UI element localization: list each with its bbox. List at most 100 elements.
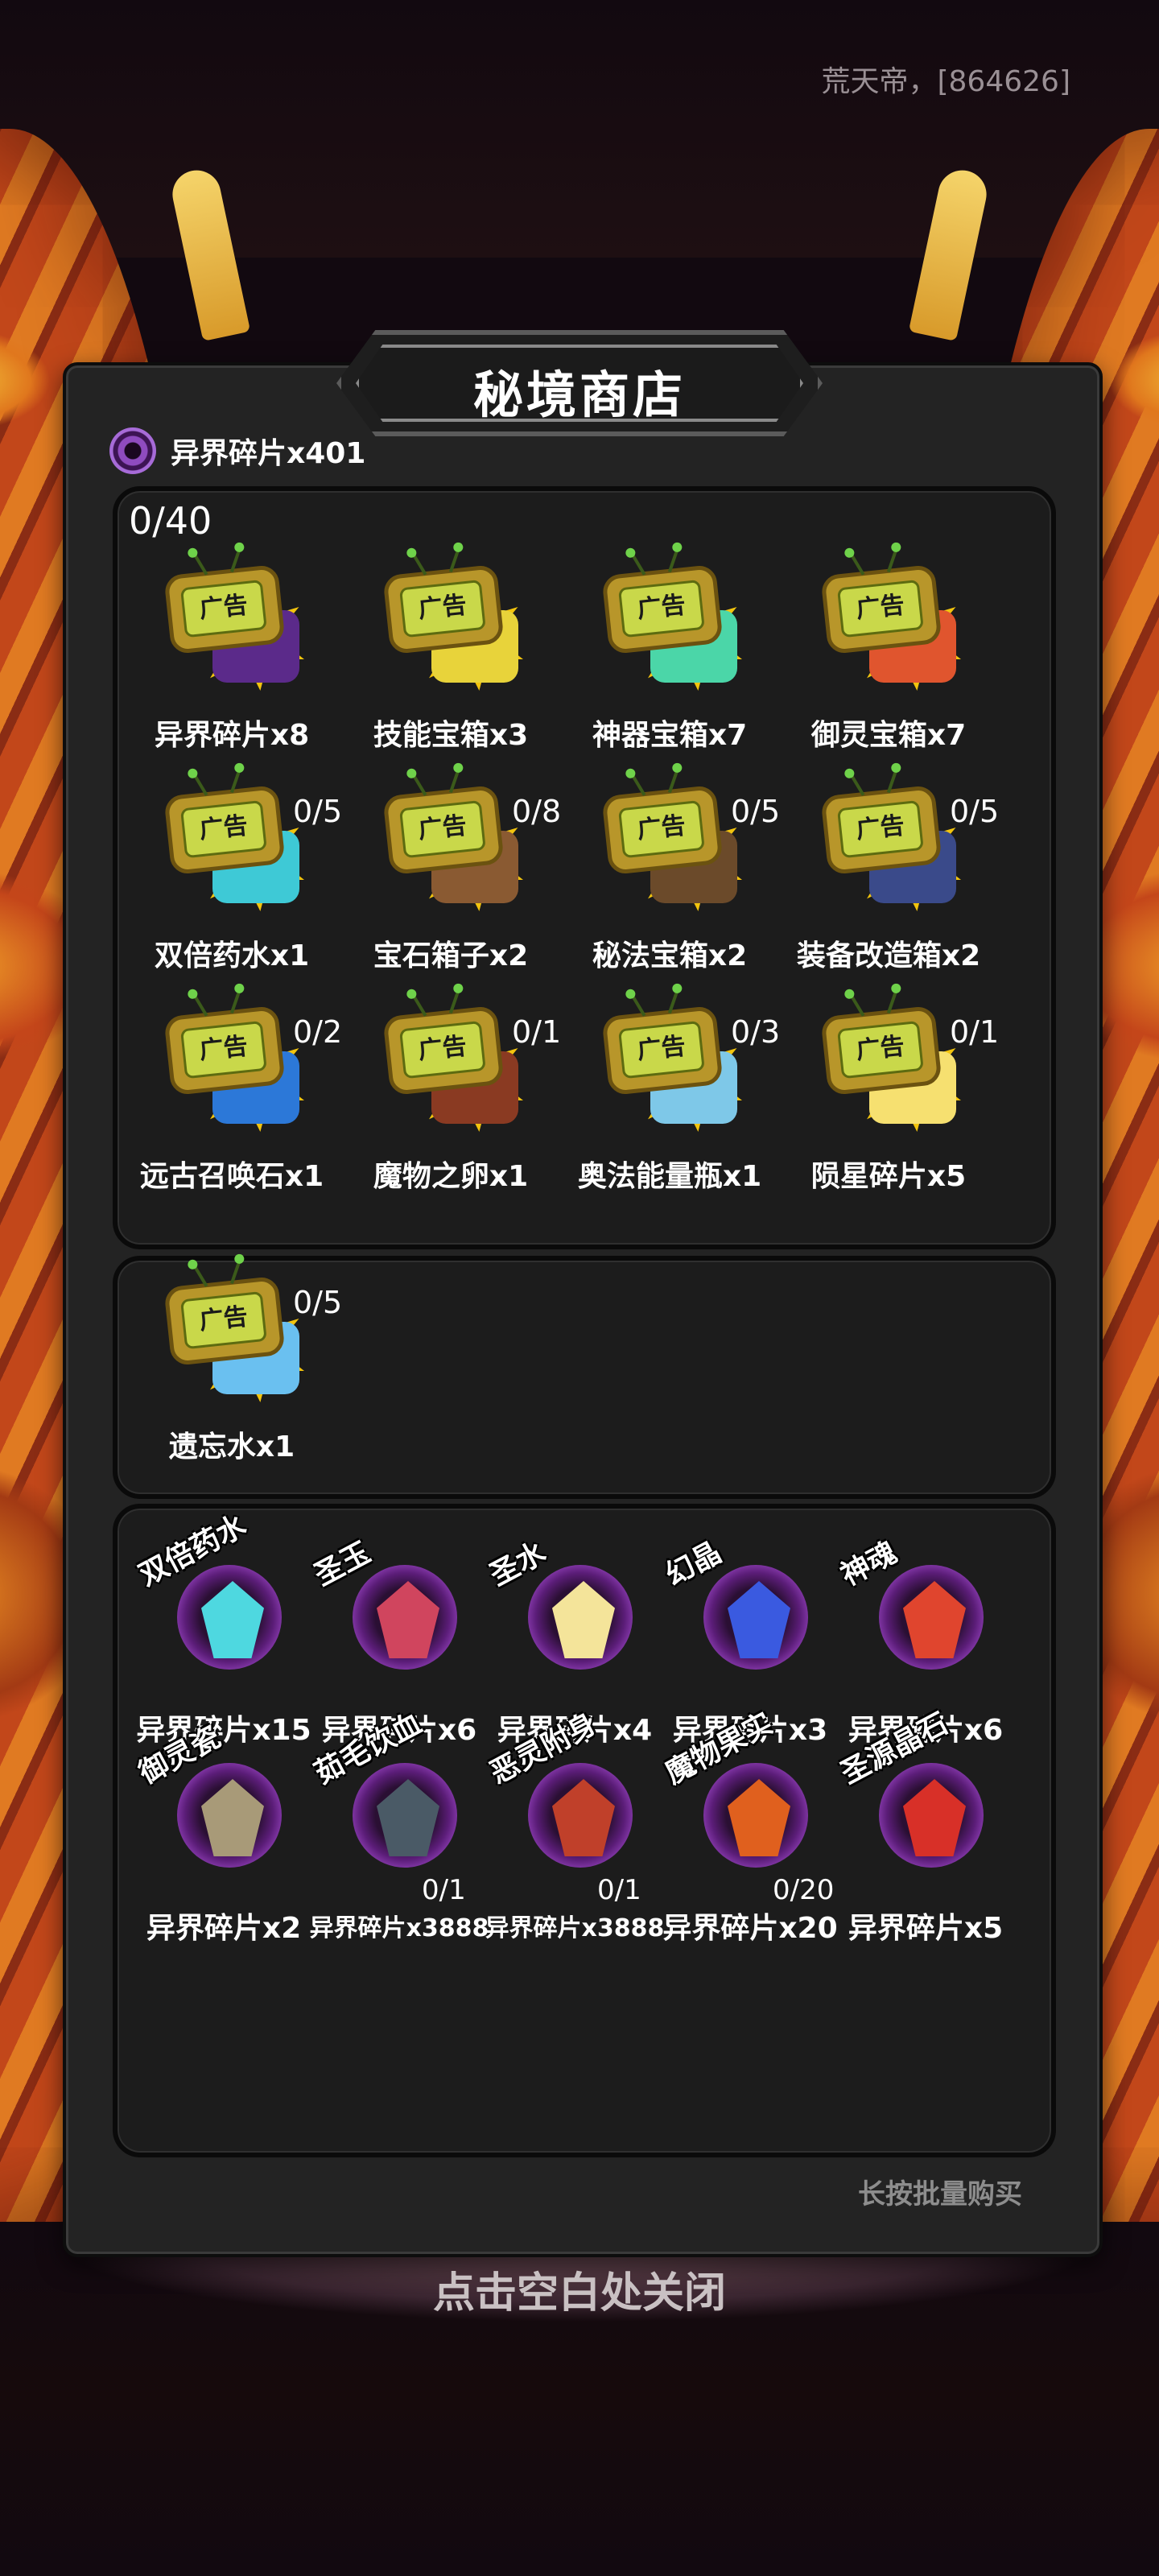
ad-reward-item[interactable]: 广告 御灵宝箱x7 [784,548,993,755]
ad-reward-item[interactable]: 广告 技能宝箱x3 [346,548,555,755]
shop-title: 秘境商店 [472,365,686,424]
background-sky [0,0,1159,258]
ad-reward-art: 广告 [601,989,750,1148]
tv-antenna [192,1264,208,1287]
ad-reward-item[interactable]: 广告 0/1 陨星碎片x5 [784,989,999,1196]
ad-reward-art: 广告 [163,989,312,1148]
ad-tv-icon: 广告 [163,1260,286,1367]
shop-item[interactable]: 魔物果实 0/20 异界碎片x20 [660,1707,839,1945]
ad-reward-item[interactable]: 广告 0/5 双倍药水x1 [127,769,342,976]
ad-reward-art: 广告 [382,769,531,927]
ad-reward-art: 广告 [163,548,312,707]
ad-rewards-section: 0/40 广告 异界碎片x8 广告 技能宝箱x3 广告 神器宝箱x7 广告 御灵宝箱x7 广告 0… [113,486,1056,1249]
tv-antenna [192,993,208,1017]
ad-reward-art: 广告 [601,548,750,707]
tv-antenna [630,552,646,576]
ad-reward-art: 广告 [820,989,969,1148]
tv-antenna [229,548,241,573]
ad-badge: 广告 [836,799,924,859]
item-purchase-limit: 0/1 [597,1874,641,1906]
tv-antenna [448,548,460,573]
shop-item[interactable]: 恶灵附身 0/1 异界碎片x3888 [485,1707,664,1942]
ad-reward-item[interactable]: 广告 0/5 秘法宝箱x2 [565,769,780,976]
tv-antenna [849,552,865,576]
ad-reward-count: 0/5 [731,794,781,829]
title-plaque: 秘境商店 [336,330,823,436]
ad-reward-item[interactable]: 广告 0/1 魔物之卵x1 [346,989,561,1196]
item-purchase-limit: 0/1 [422,1874,466,1906]
ad-reward-label: 装备改造箱x2 [796,939,981,972]
ad-reward-item[interactable]: 广告 0/5 装备改造箱x2 [784,769,999,976]
ad-reward-art: 广告 [382,989,531,1148]
tv-antenna [411,552,427,576]
shop-item[interactable]: 神魂 异界碎片x6 [835,1525,1014,1747]
ad-tv-icon: 广告 [163,989,286,1096]
ad-badge: 广告 [836,1020,924,1080]
ad-tv-icon: 广告 [382,989,505,1096]
shop-item[interactable]: 幻晶 异界碎片x3 [660,1525,839,1747]
ad-reward-item[interactable]: 广告 神器宝箱x7 [565,548,774,755]
item-purchase-limit: 0/20 [773,1874,835,1906]
tv-antenna [886,548,898,573]
tv-antenna [192,552,208,576]
ad-reward-item[interactable]: 广告 0/5 遗忘水x1 [127,1260,342,1467]
currency-label: 异界碎片x401 [171,437,366,470]
tv-antenna [630,993,646,1017]
ad-badge: 广告 [179,1020,267,1080]
tv-antenna [411,993,427,1017]
ad-tv-icon: 广告 [163,769,286,876]
ad-reward-label: 异界碎片x8 [154,719,310,752]
ad-reward-count: 0/3 [731,1014,781,1050]
close-hint[interactable]: 点击空白处关闭 [0,2259,1159,2319]
ad-tv-icon: 广告 [820,548,942,655]
currency-balance: 异界碎片x401 [109,427,365,475]
ad-badge: 广告 [617,579,705,638]
ad-reward-art: 广告 [163,769,312,927]
ad-tv-icon: 广告 [601,769,724,876]
tv-antenna [849,773,865,796]
ad-badge: 广告 [179,1290,267,1350]
shop-item[interactable]: 圣源晶石 异界碎片x5 [835,1707,1014,1945]
tv-antenna [886,989,898,1014]
ad-badge: 广告 [179,579,267,638]
shop-item[interactable]: 圣玉 异界碎片x6 [309,1525,488,1747]
ad-reward-art: 广告 [820,548,969,707]
tv-antenna [667,548,679,573]
void-shard-icon [109,427,156,474]
ad-reward-count: 0/5 [950,794,1000,829]
ad-reward-art: 广告 [163,1260,312,1418]
ad-reward-count: 0/1 [950,1014,1000,1050]
ad-tv-icon: 广告 [820,769,942,876]
shop-item[interactable]: 圣水 异界碎片x4 [485,1525,663,1747]
ad-reward-item[interactable]: 广告异界碎片x8 [127,548,336,755]
ad-reward-item[interactable]: 广告 0/8 宝石箱子x2 [346,769,561,976]
shop-item[interactable]: 双倍药水 异界碎片x15 [134,1509,312,1747]
ad-reward-label: 远古召唤石x1 [139,1160,324,1193]
ad-tv-icon: 广告 [820,989,942,1096]
player-id: 荒天帝，[864626] [821,65,1070,98]
ad-reward-art: 广告 [601,769,750,927]
ad-reward-label: 陨星碎片x5 [810,1160,967,1193]
tv-antenna [229,769,241,794]
ad-badge: 广告 [398,799,486,859]
ad-badge: 广告 [617,1020,705,1080]
ad-badge: 广告 [398,579,486,638]
ad-reward-label: 遗忘水x1 [168,1430,295,1463]
ad-reward-item[interactable]: 广告 0/3 奥法能量瓶x1 [565,989,780,1196]
tv-antenna [448,989,460,1014]
tv-antenna [411,773,427,796]
ad-badge: 广告 [836,579,924,638]
tv-antenna [192,773,208,796]
tv-antenna [448,769,460,794]
ad-reward-label: 魔物之卵x1 [373,1160,529,1193]
ad-badge: 广告 [617,799,705,859]
tv-antenna [667,989,679,1014]
shop-item[interactable]: 茹毛饮血 0/1 异界碎片x3888 [309,1707,489,1942]
shop-items-section: 双倍药水 异界碎片x15 圣玉 异界碎片x6 圣水 异界碎片x4 幻晶 异界碎片x3 神魂 异界碎… [113,1504,1056,2157]
ad-reward-item[interactable]: 广告 0/2 远古召唤石x1 [127,989,342,1196]
ad-reward-art: 广告 [820,769,969,927]
shop-item[interactable]: 御灵瓷 异界碎片x2 [134,1720,312,1945]
tv-antenna [849,993,865,1017]
tv-antenna [667,769,679,794]
ad-reward-count: 0/2 [293,1014,343,1050]
